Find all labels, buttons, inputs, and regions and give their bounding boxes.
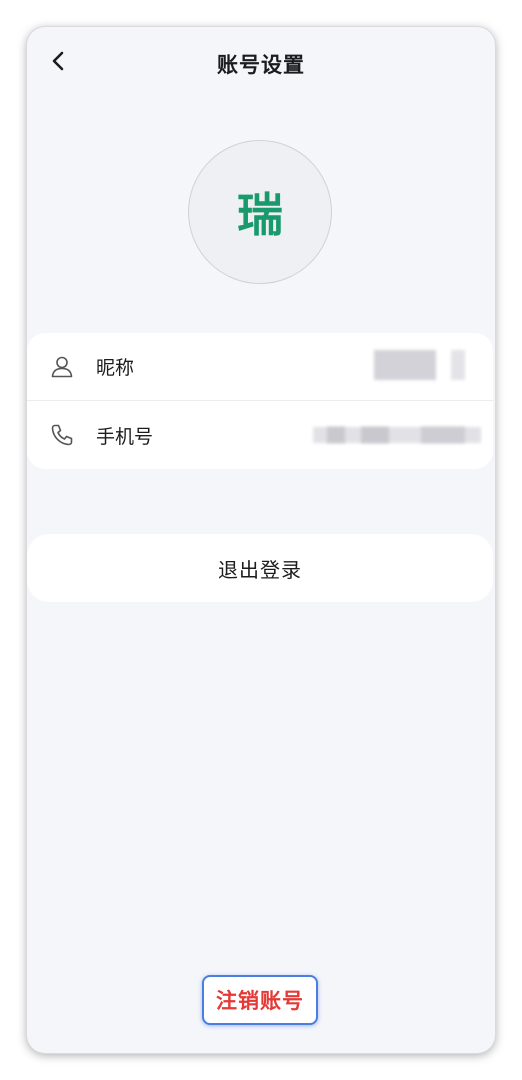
logout-label: 退出登录 bbox=[218, 557, 302, 582]
deactivate-account-button[interactable]: 注销账号 bbox=[202, 975, 318, 1025]
phone-icon bbox=[51, 424, 73, 446]
phone-row[interactable]: 手机号 bbox=[27, 401, 493, 469]
header: 账号设置 bbox=[27, 27, 495, 97]
user-icon bbox=[51, 356, 73, 377]
page-title: 账号设置 bbox=[217, 53, 305, 77]
account-settings-screen: 账号设置 瑞 昵称 手机号 退出登录 注销账号 bbox=[27, 27, 495, 1053]
avatar-initial: 瑞 bbox=[237, 188, 283, 242]
nickname-row[interactable]: 昵称 bbox=[27, 333, 493, 401]
account-info-card: 昵称 手机号 bbox=[27, 333, 493, 469]
deactivate-label: 注销账号 bbox=[216, 989, 304, 1013]
avatar[interactable]: 瑞 bbox=[188, 140, 332, 284]
nickname-label: 昵称 bbox=[96, 357, 135, 379]
phone-label: 手机号 bbox=[96, 425, 154, 448]
logout-button[interactable]: 退出登录 bbox=[27, 534, 493, 602]
